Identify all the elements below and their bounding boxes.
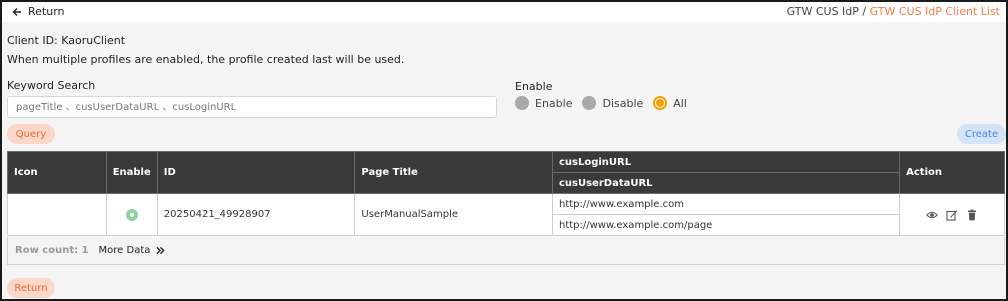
radio-enable-circle[interactable] [515,96,529,110]
radio-all[interactable]: All [653,96,687,110]
table-footer: Row count: 1 More Data [7,237,1005,265]
eye-icon[interactable] [926,209,938,221]
cell-page-title: UserManualSample [354,193,553,236]
header-id: ID [156,151,356,194]
header-page-title: Page Title [354,151,553,194]
cell-cus-login-url: http://www.example.com [551,193,901,215]
row-actions [906,209,998,221]
profile-note: When multiple profiles are enabled, the … [7,53,405,66]
table-row: 20250421_49928907 UserManualSample http:… [7,193,1005,236]
cell-icon [7,193,107,236]
query-button[interactable]: Query [7,124,55,144]
return-link-label: Return [28,5,65,18]
more-data-button[interactable]: More Data [99,245,166,256]
radio-enable-label: Enable [535,96,573,110]
breadcrumb: GTW CUS IdP / GTW CUS IdP Client List [787,5,1000,18]
create-button[interactable]: Create [957,124,1006,144]
client-id-text: Client ID: KaoruClient [7,34,126,47]
radio-enable[interactable]: Enable [515,96,572,110]
header-cus-login-url: cusLoginURL [551,151,901,173]
radio-disable[interactable]: Disable [582,96,643,110]
cell-cus-user-data-url: http://www.example.com/page [551,214,901,236]
radio-disable-label: Disable [602,96,644,110]
breadcrumb-separator: / [858,5,870,18]
app-frame: Return GTW CUS IdP / GTW CUS IdP Client … [0,0,1008,301]
header-enable: Enable [105,151,158,194]
cell-id: 20250421_49928907 [156,193,356,236]
client-table: Icon Enable ID Page Title cusLoginURL Ac… [7,151,1005,236]
radio-all-label: All [673,96,687,110]
trash-icon[interactable] [966,209,978,221]
cell-enable [105,193,158,236]
arrow-left-icon [12,7,21,16]
row-count: Row count: 1 [15,245,89,256]
header-icon: Icon [7,151,107,194]
more-data-label: More Data [98,245,151,256]
breadcrumb-parent[interactable]: GTW CUS IdP [787,5,859,18]
top-bar: Return GTW CUS IdP / GTW CUS IdP Client … [2,2,1006,22]
return-button[interactable]: Return [7,278,55,298]
enable-filter-label: Enable [515,80,553,93]
header-cus-user-data-url: cusUserDataURL [551,172,901,194]
return-link[interactable]: Return [12,5,65,18]
keyword-search-input[interactable] [7,96,497,118]
keyword-search-label: Keyword Search [7,79,96,92]
radio-all-circle-selected[interactable] [653,96,668,110]
cell-action [899,193,1005,236]
enabled-status-icon [125,208,138,221]
breadcrumb-current: GTW CUS IdP Client List [869,5,1000,18]
chevrons-right-icon [156,246,166,255]
radio-disable-circle[interactable] [582,96,597,110]
edit-icon[interactable] [946,209,958,221]
enable-filter-radios: Enable Disable All [515,96,687,110]
header-action: Action [899,151,1005,194]
